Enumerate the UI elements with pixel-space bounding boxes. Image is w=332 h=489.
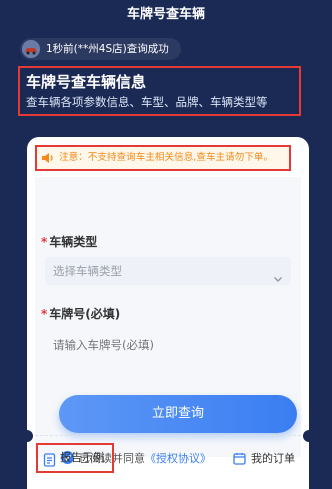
hero-banner: 车牌号查车辆信息 查车辆各项参数信息、车型、品牌、车辆类型等: [18, 66, 301, 116]
query-form: *车辆类型 选择车辆类型 *车牌号(必填) 立即查询 已阅读并同意《授权协议》: [35, 177, 301, 465]
vehicle-type-select[interactable]: 选择车辆类型: [45, 257, 291, 285]
speaker-icon: [41, 151, 55, 174]
my-orders-button[interactable]: 我的订单: [233, 451, 295, 467]
notice-text: 注意：不支持查询车主相关信息,查车主请勿下单。: [59, 152, 274, 163]
chevron-down-icon: [273, 266, 283, 294]
vehicle-type-label: * 车辆类型: [41, 233, 97, 250]
ticket-notch-left: [21, 430, 33, 442]
document-icon: [43, 451, 56, 477]
car-avatar-icon: [22, 40, 40, 58]
plate-label: * 车牌号(必填): [41, 305, 120, 322]
dashed-divider: [35, 435, 301, 436]
ticket-notch-right: [303, 430, 315, 442]
hero-subtitle: 查车辆各项参数信息、车型、品牌、车辆类型等: [26, 95, 268, 109]
page-title: 车牌号查车辆: [126, 7, 205, 22]
required-mark: *: [41, 235, 48, 249]
query-now-button[interactable]: 立即查询: [59, 395, 297, 433]
my-orders-label: 我的订单: [251, 452, 295, 465]
plate-label-text: 车牌号(必填): [49, 307, 121, 321]
plate-input[interactable]: [45, 331, 245, 359]
hero-title: 车牌号查车辆信息: [26, 73, 147, 91]
agreement-link[interactable]: 《授权协议》: [145, 452, 211, 465]
notice-banner: 注意：不支持查询车主相关信息,查车主请勿下单。: [35, 145, 291, 171]
query-success-toast: 1秒前(**州4S店)查询成功: [20, 38, 181, 60]
report-example-button[interactable]: 报告示例: [36, 443, 114, 473]
query-card: 注意：不支持查询车主相关信息,查车主请勿下单。 * 车辆类型 选择车辆类型 * 车牌…: [21, 137, 315, 489]
vehicle-type-value: 选择车辆类型: [53, 264, 122, 278]
required-mark: *: [41, 307, 48, 321]
toast-text: 1秒前(**州4S店)查询成功: [46, 43, 169, 55]
calendar-icon: [233, 452, 246, 470]
report-example-label: 报告示例: [60, 451, 104, 464]
vehicle-type-label-text: 车辆类型: [49, 235, 98, 249]
